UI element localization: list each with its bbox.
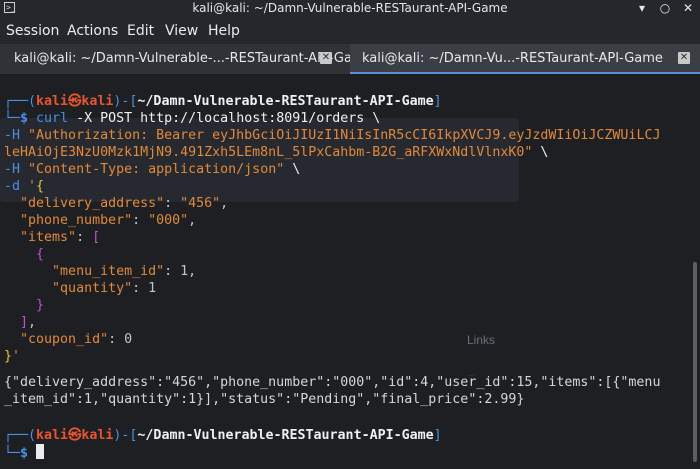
minimize-button[interactable]: ▾ — [634, 2, 650, 15]
json-line: } — [36, 298, 45, 313]
json-line: }' — [4, 349, 21, 364]
tab-close-icon[interactable]: ✕ — [678, 52, 690, 64]
tab-close-icon[interactable]: ✕ — [320, 52, 332, 64]
menu-bar: Session Actions Edit View Help — [0, 17, 700, 44]
window-title: kali@kali: ~/Damn-Vulnerable-RESTaurant-… — [192, 1, 508, 15]
command-line: -H "Authorization: Bearer eyJhbGciOiJIUz… — [4, 128, 661, 143]
response-line: {"delivery_address":"456","phone_number"… — [4, 375, 661, 390]
command-line: leHAiOjE3NzU0Mzk1MjN9.491Zxh5LEm8nL_5lPx… — [4, 145, 549, 160]
tab-terminal-1[interactable]: kali@kali: ~/Damn-Vulnerable-...-RESTaur… — [0, 44, 373, 74]
text-cursor — [36, 444, 45, 459]
tab-label: kali@kali: ~/Damn-Vu...-RESTaurant-API-G… — [362, 51, 663, 66]
menu-help[interactable]: Help — [208, 23, 240, 39]
command-line: -H "Content-Type: application/json" \ — [4, 162, 301, 177]
json-line: "coupon_id": 0 — [20, 332, 133, 347]
title-bar: >_ kali@kali: ~/Damn-Vulnerable-RESTaura… — [0, 0, 700, 17]
command-line: -d '{ — [4, 179, 45, 194]
menu-edit[interactable]: Edit — [127, 23, 154, 39]
terminal-scrollbar[interactable] — [693, 262, 697, 462]
json-line: { — [36, 247, 45, 262]
json-line: "phone_number": "000", — [20, 213, 197, 228]
json-line: "quantity": 1 — [52, 281, 157, 296]
menu-view[interactable]: View — [165, 23, 198, 39]
background-link-text: Links — [467, 333, 496, 347]
tab-bar: kali@kali: ~/Damn-Vulnerable-...-RESTaur… — [0, 44, 700, 75]
prompt-line: ┌──(kali㉿kali)-[~/Damn-Vulnerable-RESTau… — [4, 94, 442, 109]
restore-button[interactable]: ○ — [657, 2, 673, 15]
input-line[interactable]: └─$ — [4, 444, 45, 462]
json-line: "delivery_address": "456", — [20, 196, 229, 211]
response-line: _item_id":1,"quantity":1}],"status":"Pen… — [4, 392, 525, 407]
prompt-line: ┌──(kali㉿kali)-[~/Damn-Vulnerable-RESTau… — [4, 428, 442, 443]
menu-actions[interactable]: Actions — [67, 23, 118, 39]
close-window-button[interactable]: ✕ — [680, 2, 696, 15]
json-line: "items": [ — [20, 230, 101, 245]
json-line: "menu_item_id": 1, — [52, 264, 197, 279]
command-line: └─$ curl -X POST http://localhost:8091/o… — [4, 111, 381, 126]
menu-session[interactable]: Session — [6, 23, 59, 39]
tab-terminal-2[interactable]: kali@kali: ~/Damn-Vu...-RESTaurant-API-G… — [350, 44, 700, 74]
tab-label: kali@kali: ~/Damn-Vulnerable-...-RESTaur… — [14, 51, 373, 66]
json-line: ], — [20, 315, 37, 330]
